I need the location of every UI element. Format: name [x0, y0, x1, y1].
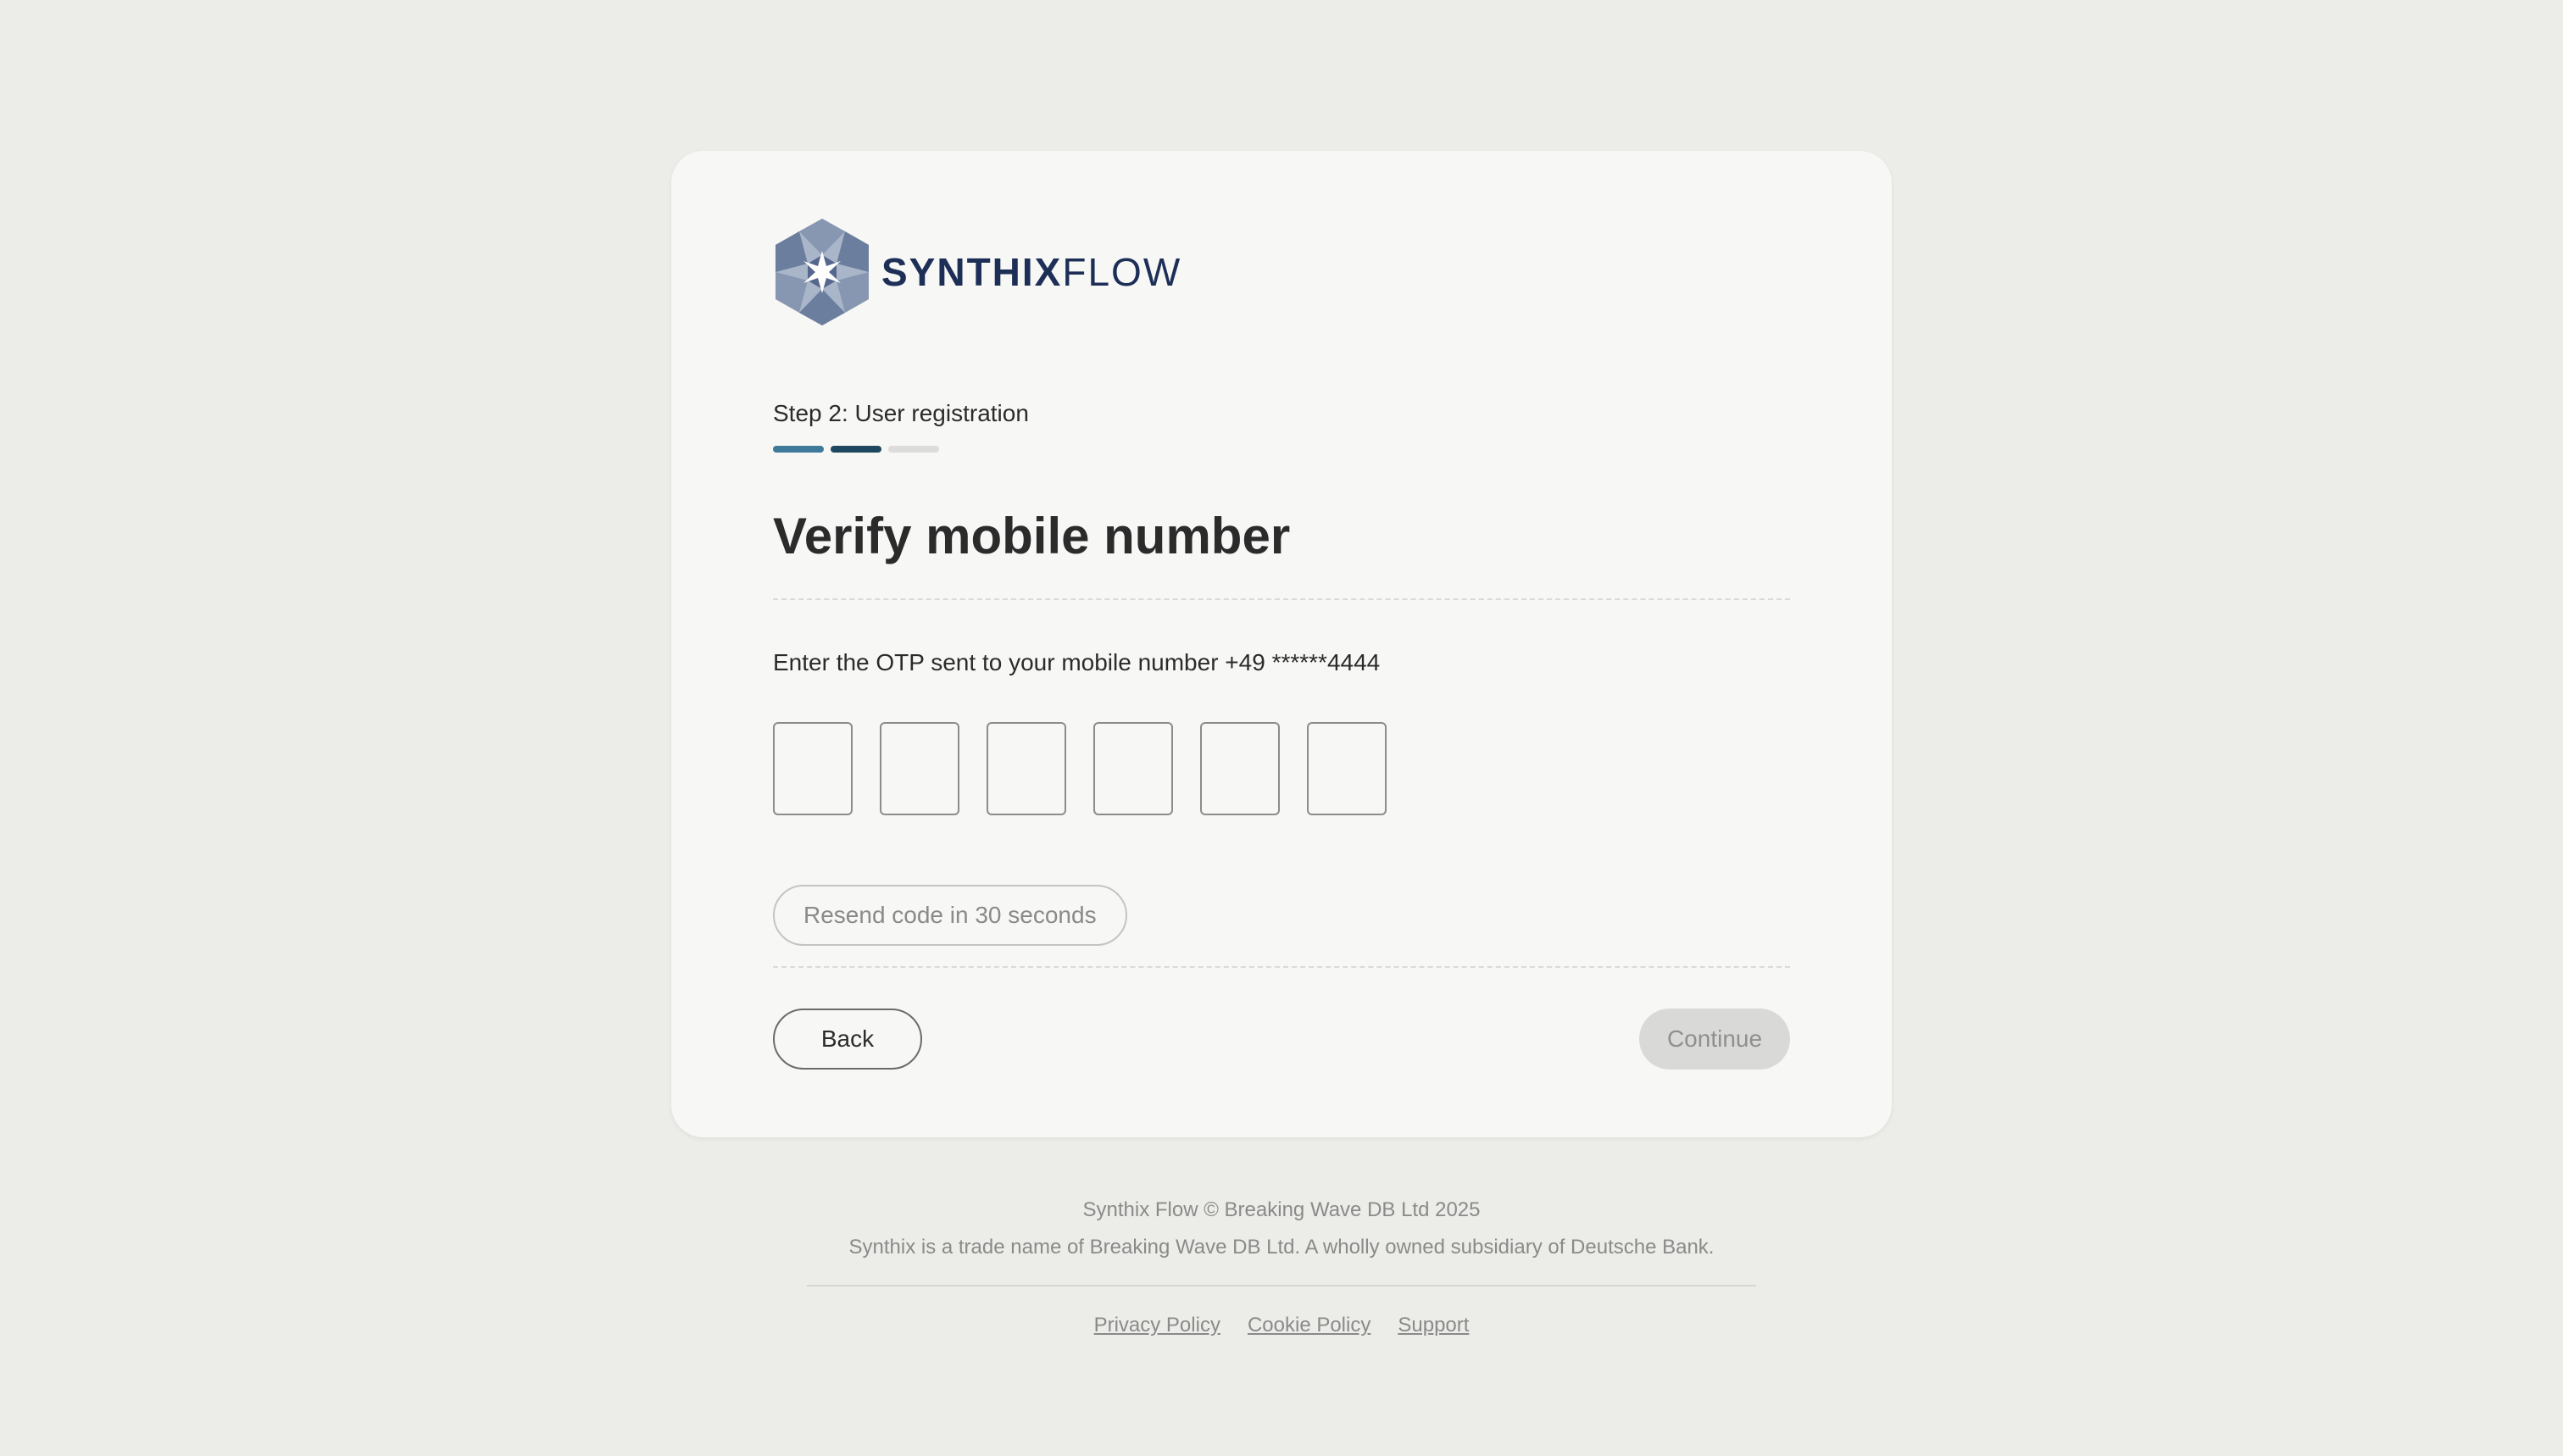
brand-logo: SYNTHIXFLOW — [773, 217, 1181, 327]
brand-name-light: FLOW — [1062, 250, 1182, 294]
otp-prompt: Enter the OTP sent to your mobile number… — [773, 649, 1381, 675]
otp-digit-4[interactable] — [1093, 722, 1173, 815]
support-link[interactable]: Support — [1398, 1314, 1469, 1337]
resend-code-button[interactable]: Resend code in 30 seconds — [773, 885, 1127, 946]
page-footer: Synthix Flow © Breaking Wave DB Ltd 2025… — [0, 1192, 2563, 1337]
registration-card: SYNTHIXFLOW Step 2: User registration Ve… — [671, 151, 1892, 1137]
footer-disclaimer: Synthix is a trade name of Breaking Wave… — [848, 1236, 1715, 1259]
step-label: Step 2: User registration — [773, 400, 1029, 426]
otp-digit-3[interactable] — [987, 722, 1066, 815]
progress-segment-2 — [831, 446, 881, 453]
footer-copyright: Synthix Flow © Breaking Wave DB Ltd 2025 — [1082, 1198, 1481, 1221]
otp-digit-5[interactable] — [1200, 722, 1280, 815]
brand-name-bold: SYNTHIX — [881, 250, 1063, 294]
privacy-policy-link[interactable]: Privacy Policy — [1094, 1314, 1220, 1337]
hexagon-logo-icon — [776, 219, 869, 325]
continue-button[interactable]: Continue — [1639, 1009, 1790, 1070]
footer-divider — [807, 1285, 1756, 1287]
brand-wordmark: SYNTHIXFLOW — [881, 253, 1181, 292]
divider-top — [773, 598, 1790, 600]
progress-segment-1 — [773, 446, 824, 453]
page-title: Verify mobile number — [773, 508, 1291, 564]
back-button[interactable]: Back — [773, 1009, 922, 1070]
cookie-policy-link[interactable]: Cookie Policy — [1248, 1314, 1370, 1337]
divider-bottom — [773, 966, 1790, 968]
otp-digit-1[interactable] — [773, 722, 853, 815]
step-progress — [773, 446, 939, 453]
otp-digit-6[interactable] — [1307, 722, 1387, 815]
footer-links: Privacy Policy Cookie Policy Support — [0, 1314, 2563, 1337]
otp-input-group — [773, 722, 1387, 815]
otp-digit-2[interactable] — [880, 722, 959, 815]
progress-segment-3 — [888, 446, 939, 453]
